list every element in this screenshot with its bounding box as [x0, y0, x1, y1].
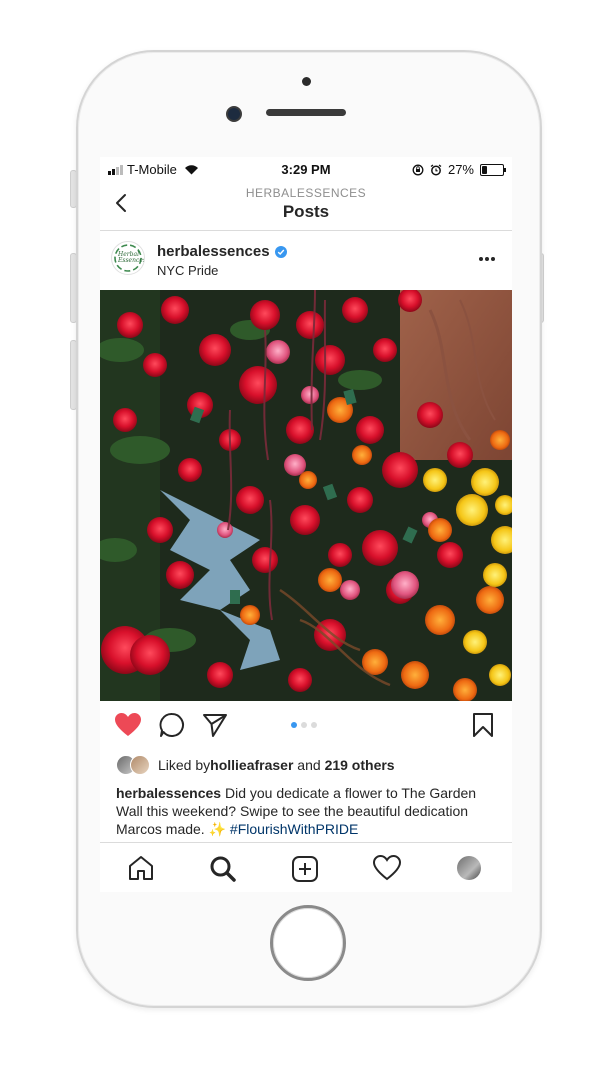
- plus-square-icon[interactable]: [291, 855, 319, 883]
- post-username-row: herbalessences: [157, 243, 287, 260]
- carousel-dot: [301, 722, 307, 728]
- battery-icon: [480, 163, 506, 176]
- orientation-lock-icon: [412, 164, 424, 175]
- likes-row[interactable]: Liked by hollieafraser and 219 others: [116, 755, 395, 775]
- heart-outline-icon[interactable]: [373, 855, 401, 881]
- comment-icon[interactable]: [159, 712, 185, 738]
- carousel-indicator: [291, 722, 317, 728]
- caption-hashtag[interactable]: #FlourishWithPRIDE: [230, 821, 358, 837]
- carousel-dot: [291, 722, 297, 728]
- carousel-dot: [311, 722, 317, 728]
- profile-avatar[interactable]: [457, 856, 481, 880]
- heart-icon[interactable]: [114, 712, 142, 738]
- status-right: 27%: [412, 162, 506, 177]
- likes-and: and: [293, 757, 325, 773]
- flower-wall-image: [100, 290, 512, 701]
- home-icon[interactable]: [127, 855, 155, 881]
- navigation-bar: HERBALESSENCES Posts: [100, 183, 512, 231]
- avatar[interactable]: Herbal Essences: [111, 241, 145, 275]
- post-caption: herbalessences Did you dedicate a flower…: [116, 784, 506, 838]
- nav-username: HERBALESSENCES: [245, 186, 367, 200]
- search-icon[interactable]: [209, 855, 237, 883]
- app-screen: T-Mobile 3:29 PM 27% HERBALESSENCES Post…: [100, 157, 512, 892]
- alarm-icon: [430, 163, 442, 175]
- send-icon[interactable]: [202, 712, 228, 738]
- status-bar: T-Mobile 3:29 PM 27%: [100, 157, 512, 183]
- brand-logo-text: Herbal Essences: [118, 251, 145, 264]
- liker-avatar-2: [130, 755, 150, 775]
- page-title: Posts: [282, 202, 330, 221]
- post-photo[interactable]: [100, 290, 512, 701]
- post-location[interactable]: NYC Pride: [157, 263, 218, 278]
- caption-username[interactable]: herbalessences: [116, 785, 221, 801]
- likes-others[interactable]: 219 others: [325, 757, 395, 773]
- post-username[interactable]: herbalessences: [157, 243, 270, 260]
- proximity-sensor: [302, 77, 311, 86]
- home-button[interactable]: [270, 905, 346, 981]
- bottom-tab-bar: [100, 842, 512, 892]
- post-actions: [100, 702, 512, 746]
- more-horizontal-icon[interactable]: [478, 256, 496, 262]
- likes-prefix: Liked by: [158, 757, 211, 773]
- bookmark-icon[interactable]: [471, 712, 495, 738]
- verified-badge-icon: [274, 245, 287, 258]
- battery-percent: 27%: [447, 162, 474, 177]
- liked-by-username[interactable]: hollieafraser: [210, 757, 293, 773]
- front-camera: [226, 106, 242, 122]
- post-header: Herbal Essences herbalessences NYC Pride: [100, 231, 512, 289]
- earpiece-speaker: [266, 109, 346, 116]
